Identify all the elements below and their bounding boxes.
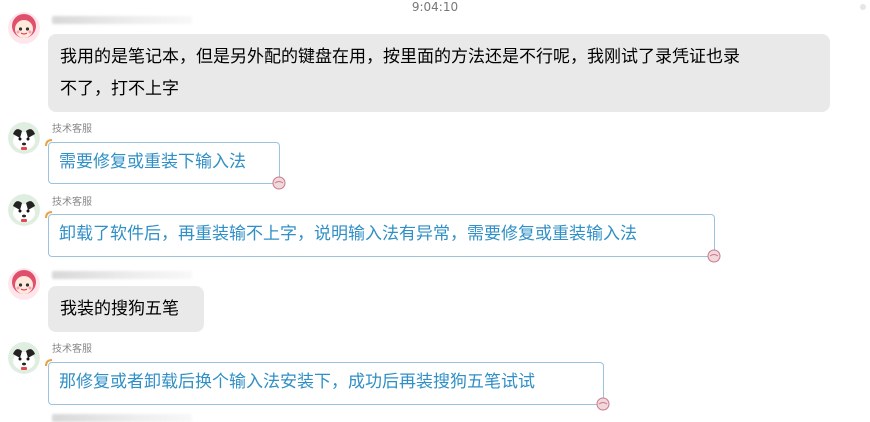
bubble-corner-decoration-icon bbox=[45, 139, 53, 147]
message-line: 我用的是笔记本，但是另外配的键盘在用，按里面的方法还是不行呢，我刚试了录凭证也录 bbox=[60, 47, 740, 67]
message-text: 需要修复或重装下输入法 bbox=[59, 152, 246, 172]
agent-message-bubble[interactable]: 需要修复或重装下输入法 bbox=[45, 139, 286, 190]
dog-avatar-icon bbox=[8, 194, 40, 226]
corner-indicator bbox=[860, 4, 866, 10]
message-text: 我装的搜狗五笔 bbox=[60, 299, 179, 319]
agent-avatar[interactable] bbox=[8, 122, 40, 154]
ribbon-decoration-icon bbox=[272, 176, 286, 190]
user-avatar[interactable] bbox=[8, 268, 40, 300]
ribbon-decoration-icon bbox=[596, 397, 610, 411]
ribbon-decoration-icon bbox=[707, 249, 721, 263]
user-message-bubble[interactable]: 我用的是笔记本，但是另外配的键盘在用，按里面的方法还是不行呢，我刚试了录凭证也录… bbox=[48, 34, 830, 112]
dog-avatar-icon bbox=[8, 122, 40, 154]
message-text: 卸载了软件后，再重装输不上字，说明输入法有异常，需要修复或重装输入法 bbox=[59, 224, 637, 244]
message-timestamp: 9:04:10 bbox=[411, 0, 459, 14]
bubble-corner-decoration-icon bbox=[45, 211, 53, 219]
user-avatar[interactable] bbox=[8, 12, 40, 44]
sender-name-redacted bbox=[52, 271, 192, 279]
sender-name: 技术客服 bbox=[52, 197, 92, 208]
sender-name: 技术客服 bbox=[52, 344, 92, 355]
agent-avatar[interactable] bbox=[8, 194, 40, 226]
sender-name-redacted bbox=[52, 414, 192, 422]
bubble-corner-decoration-icon bbox=[45, 359, 53, 367]
girl-avatar-icon bbox=[8, 268, 40, 300]
agent-message-bubble[interactable]: 卸载了软件后，再重装输不上字，说明输入法有异常，需要修复或重装输入法 bbox=[45, 211, 721, 263]
user-message-bubble[interactable]: 我装的搜狗五笔 bbox=[48, 286, 204, 332]
agent-message-bubble[interactable]: 那修复或者卸载后换个输入法安装下，成功后再装搜狗五笔试试 bbox=[45, 359, 610, 411]
agent-avatar[interactable] bbox=[8, 342, 40, 374]
sender-name: 技术客服 bbox=[52, 124, 92, 135]
message-text: 那修复或者卸载后换个输入法安装下，成功后再装搜狗五笔试试 bbox=[59, 372, 535, 392]
message-line: 不了，打不上字 bbox=[60, 79, 179, 99]
girl-avatar-icon bbox=[8, 12, 40, 44]
dog-avatar-icon bbox=[8, 342, 40, 374]
sender-name-redacted bbox=[52, 16, 192, 24]
